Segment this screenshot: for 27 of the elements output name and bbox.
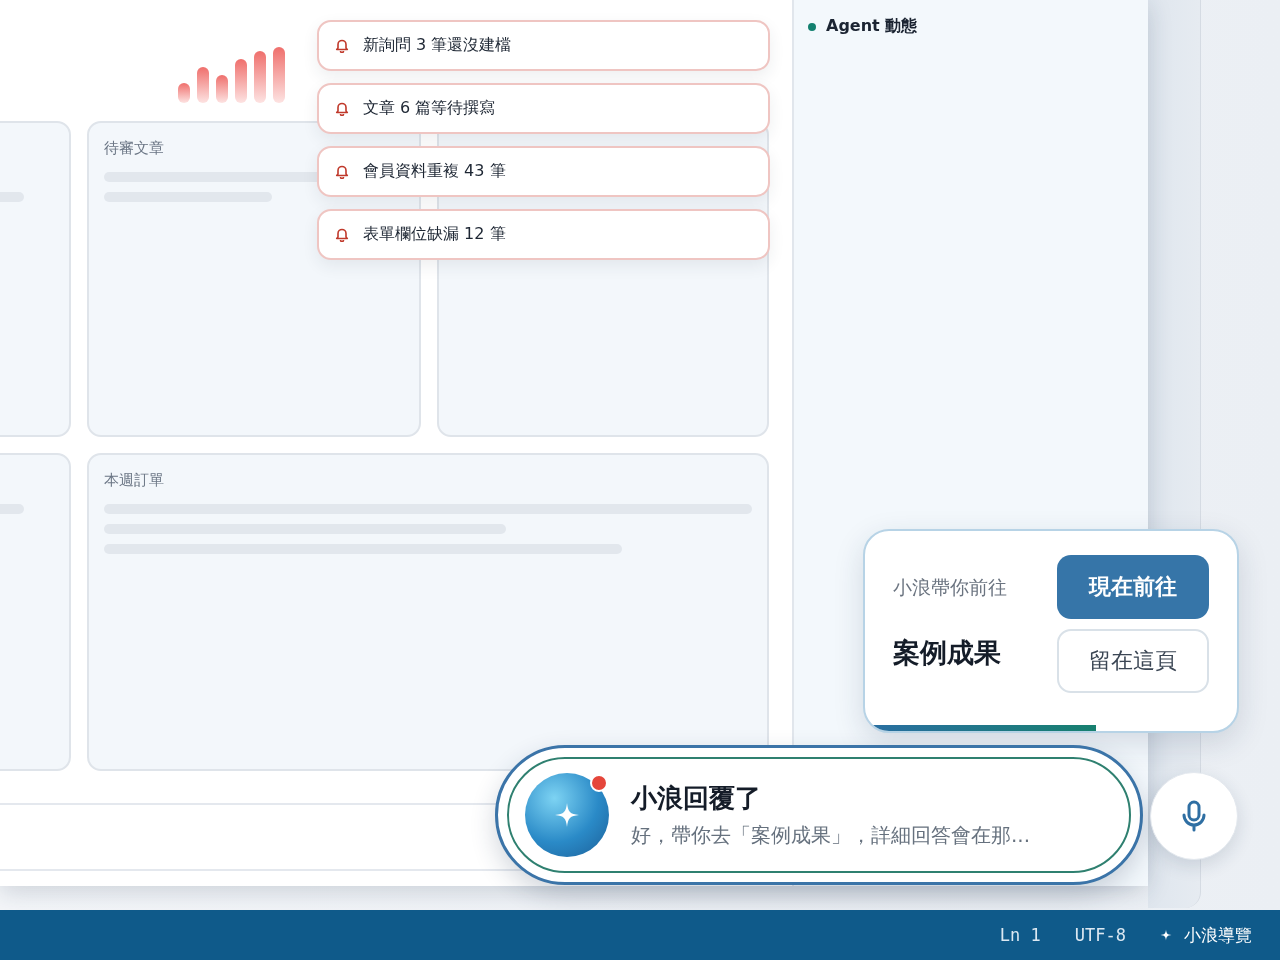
- notification-text: 表單欄位缺漏 12 筆: [363, 224, 506, 245]
- notification[interactable]: 會員資料重複 43 筆: [317, 146, 770, 197]
- bell-icon: [335, 38, 349, 53]
- bell-icon: [335, 227, 349, 242]
- microphone-icon: [1181, 800, 1207, 832]
- toast-message: 好，帶你去「案例成果」，詳細回答會在那...: [631, 822, 1031, 849]
- toast-title: 小浪回覆了: [631, 782, 762, 815]
- prompt-label: 小浪帶你前往: [893, 575, 1007, 600]
- go-button[interactable]: 現在前往: [1057, 555, 1209, 619]
- destination-title: 案例成果: [893, 636, 1002, 670]
- bell-icon: [335, 101, 349, 116]
- notification[interactable]: 表單欄位缺漏 12 筆: [317, 209, 770, 260]
- notification[interactable]: 新詢問 3 筆還沒建檔: [317, 20, 770, 71]
- card-title: 待審文章: [104, 139, 165, 158]
- bell-icon: [335, 164, 349, 179]
- notification-text: 會員資料重複 43 筆: [363, 161, 506, 182]
- sparkle-icon: [1160, 929, 1172, 941]
- panel-title: Agent 動態: [826, 16, 918, 37]
- stay-button[interactable]: 留在這頁: [1057, 629, 1209, 693]
- assistant-status[interactable]: 小浪導覽: [1160, 923, 1252, 947]
- notification-text: 新詢問 3 筆還沒建檔: [363, 35, 512, 56]
- card-title: 本週訂單: [104, 471, 165, 490]
- reply-toast[interactable]: 小浪回覆了 好，帶你去「案例成果」，詳細回答會在那...: [495, 745, 1143, 885]
- notification-text: 文章 6 篇等待撰寫: [363, 98, 496, 119]
- status-item: Ln 1: [999, 925, 1041, 945]
- notification[interactable]: 文章 6 篇等待撰寫: [317, 83, 770, 134]
- status-item: UTF-8: [1074, 925, 1126, 945]
